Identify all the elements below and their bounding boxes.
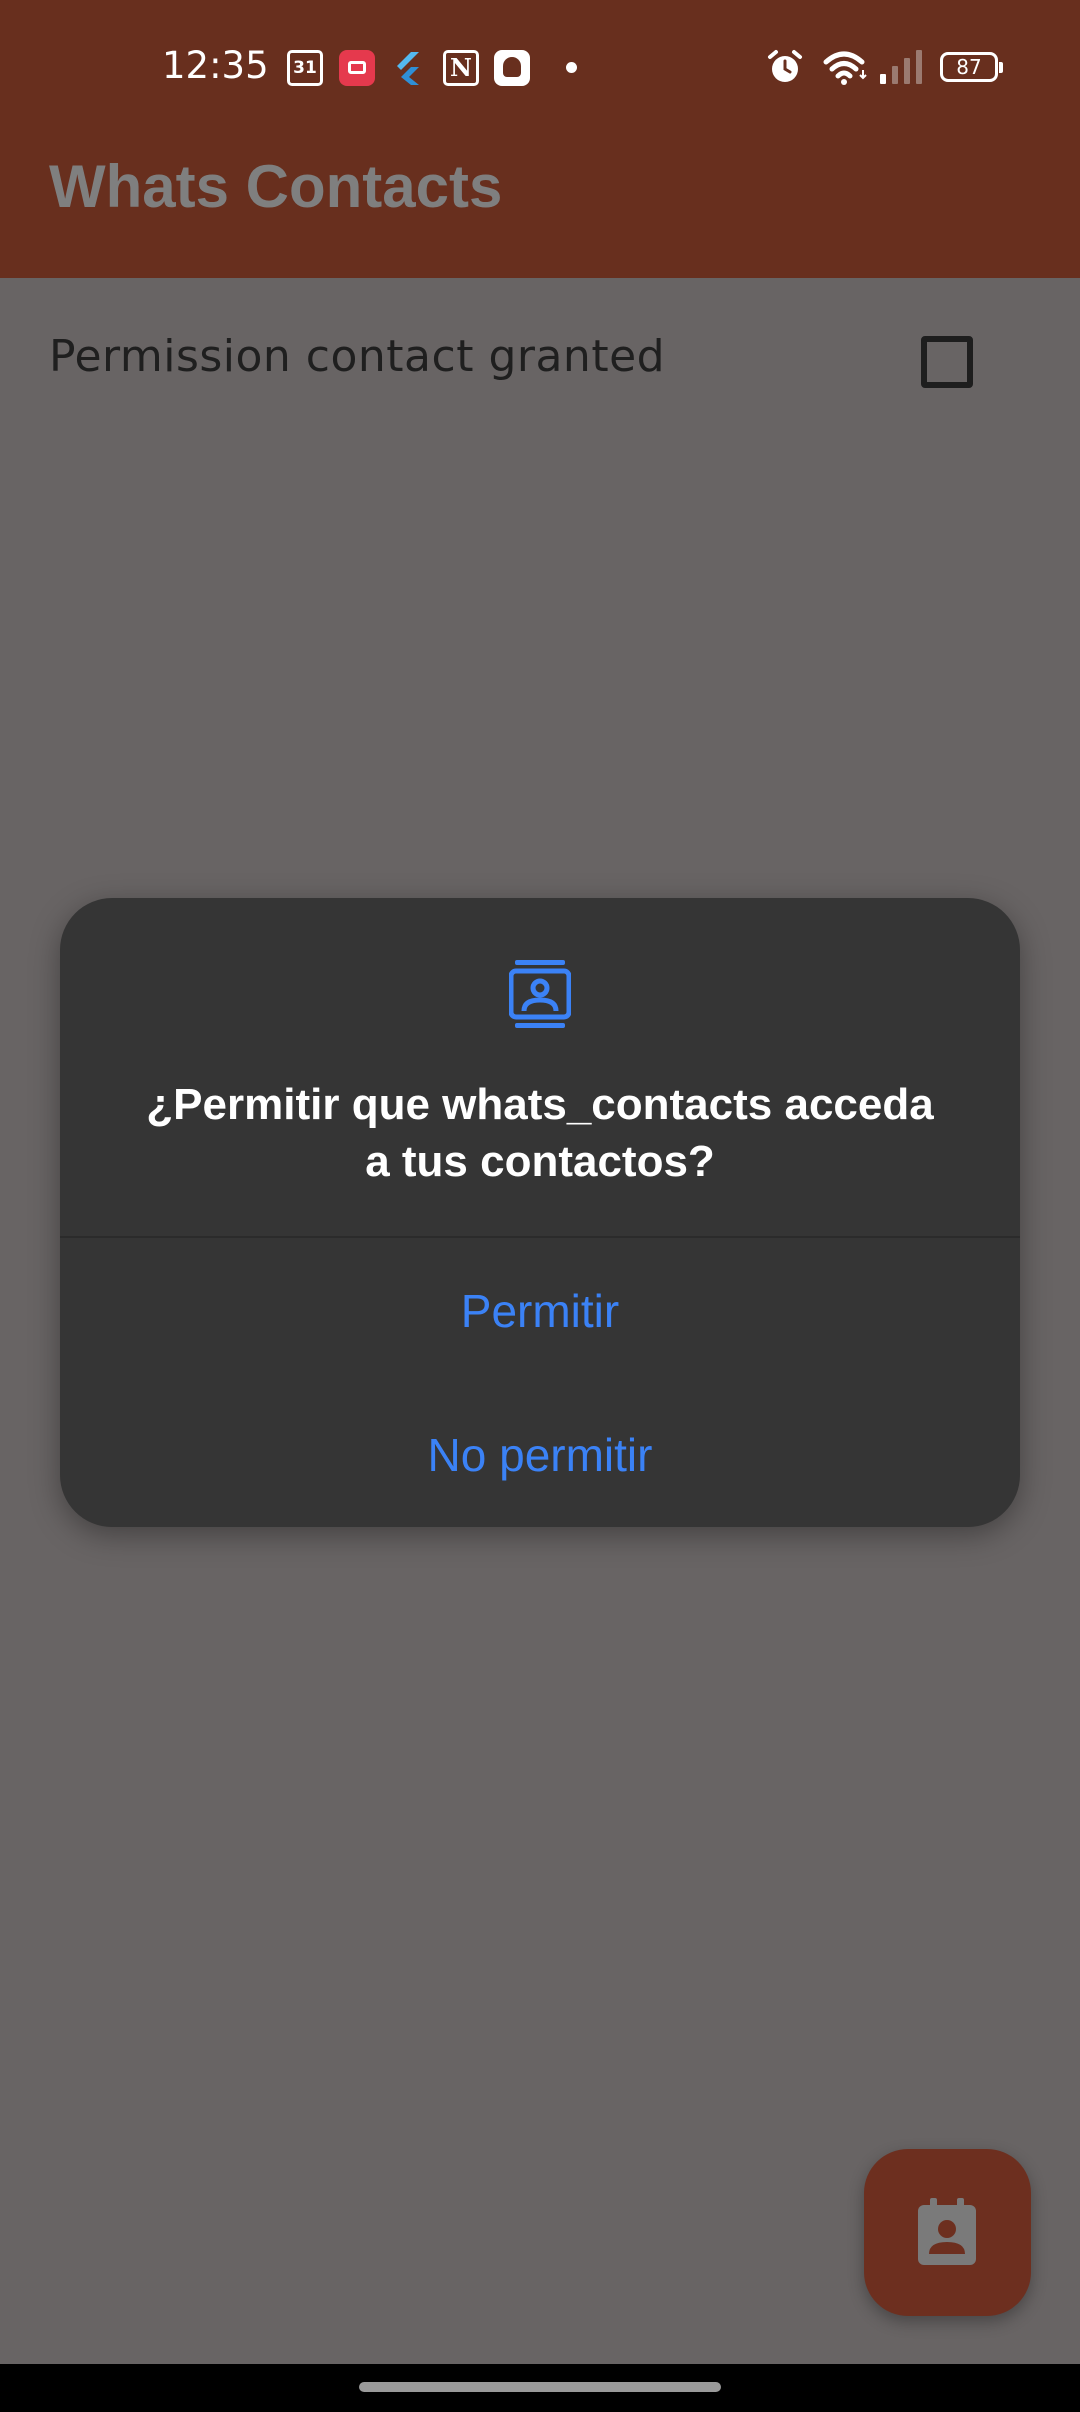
app-title: Whats Contacts xyxy=(49,153,503,220)
screen-record-icon xyxy=(339,50,375,86)
navigation-bar xyxy=(0,2364,1080,2412)
status-time: 12:35 xyxy=(162,44,269,87)
wifi-icon xyxy=(822,48,870,91)
assistant-icon xyxy=(494,50,530,86)
flutter-icon xyxy=(391,50,427,86)
battery-icon: 87 xyxy=(940,52,1003,82)
contacts-icon xyxy=(508,960,572,1028)
notion-icon: N xyxy=(443,50,479,86)
contact-calendar-icon xyxy=(916,2198,978,2267)
alarm-icon xyxy=(766,48,804,91)
status-bar: 12:35 31 N 87 xyxy=(0,0,1080,138)
allow-button[interactable]: Permitir xyxy=(60,1246,1020,1376)
cell-signal-icon xyxy=(878,48,926,91)
dialog-divider xyxy=(60,1236,1020,1238)
permission-dialog: ¿Permitir que whats_contacts acceda a tu… xyxy=(60,898,1020,1527)
permission-label: Permission contact granted xyxy=(49,331,666,382)
contacts-fab-button[interactable] xyxy=(864,2149,1031,2316)
deny-button[interactable]: No permitir xyxy=(60,1390,1020,1520)
screen: 12:35 31 N 87 Whats Contacts Permission … xyxy=(0,0,1080,2412)
home-gesture-handle[interactable] xyxy=(359,2382,721,2392)
calendar-icon: 31 xyxy=(287,50,323,86)
permission-checkbox[interactable] xyxy=(921,336,973,388)
dialog-title: ¿Permitir que whats_contacts acceda a tu… xyxy=(146,1080,934,1186)
more-dot-icon xyxy=(566,62,577,73)
